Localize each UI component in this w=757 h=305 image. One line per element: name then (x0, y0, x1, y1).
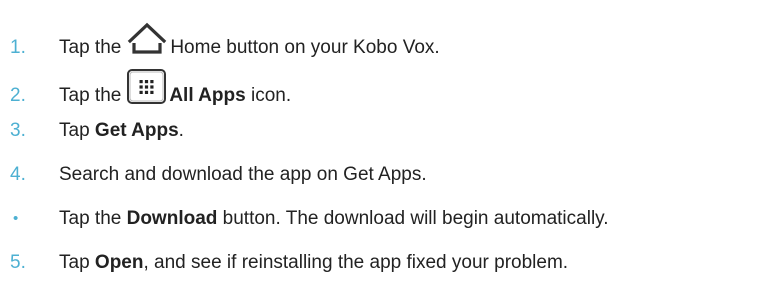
step-number: 1. (10, 37, 26, 58)
step-text-lead: Tap (59, 120, 95, 141)
step-text-bold: Download (126, 208, 218, 229)
step-text-rest: icon. (245, 85, 292, 106)
step-text: Search and download the app on Get Apps. (59, 163, 427, 187)
step-text: Tap the Home button on your Kobo Vox. (59, 21, 440, 60)
step-text-rest: . (178, 120, 184, 141)
home-icon (125, 21, 169, 57)
step-text-rest: , and see if reinstalling the app fixed … (143, 252, 569, 273)
step-text-bold: All Apps (169, 85, 246, 106)
step-number: 4. (10, 164, 26, 185)
step-text-lead: Search and download the app on Get Apps. (59, 164, 427, 185)
step-number: 2. (10, 85, 26, 106)
step-text-rest: Home button on your Kobo Vox. (170, 37, 440, 58)
step-text-rest: button. The download will begin automati… (217, 208, 609, 229)
step-text: Tap Get Apps . (59, 119, 184, 143)
step-number: 5. (10, 252, 26, 273)
step-text-lead: Tap the (59, 208, 127, 229)
step-text-lead: Tap (59, 252, 95, 273)
instruction-list: 1. Tap the Home button on your Kobo Vox.… (0, 0, 757, 305)
step-text-bold: Open (94, 252, 144, 273)
step-text: Tap Open , and see if reinstalling the a… (59, 251, 568, 275)
step-text-bold: Get Apps (94, 120, 179, 141)
step-text-lead: Tap the (59, 37, 122, 58)
step-number: 3. (10, 120, 26, 141)
step-text-lead: Tap the (59, 85, 122, 106)
step-text: Tap the All Apps icon. (59, 68, 291, 108)
bullet-marker: • (13, 210, 19, 227)
all-apps-grid-icon (125, 68, 168, 106)
step-text: Tap the Download button. The download wi… (59, 207, 609, 231)
